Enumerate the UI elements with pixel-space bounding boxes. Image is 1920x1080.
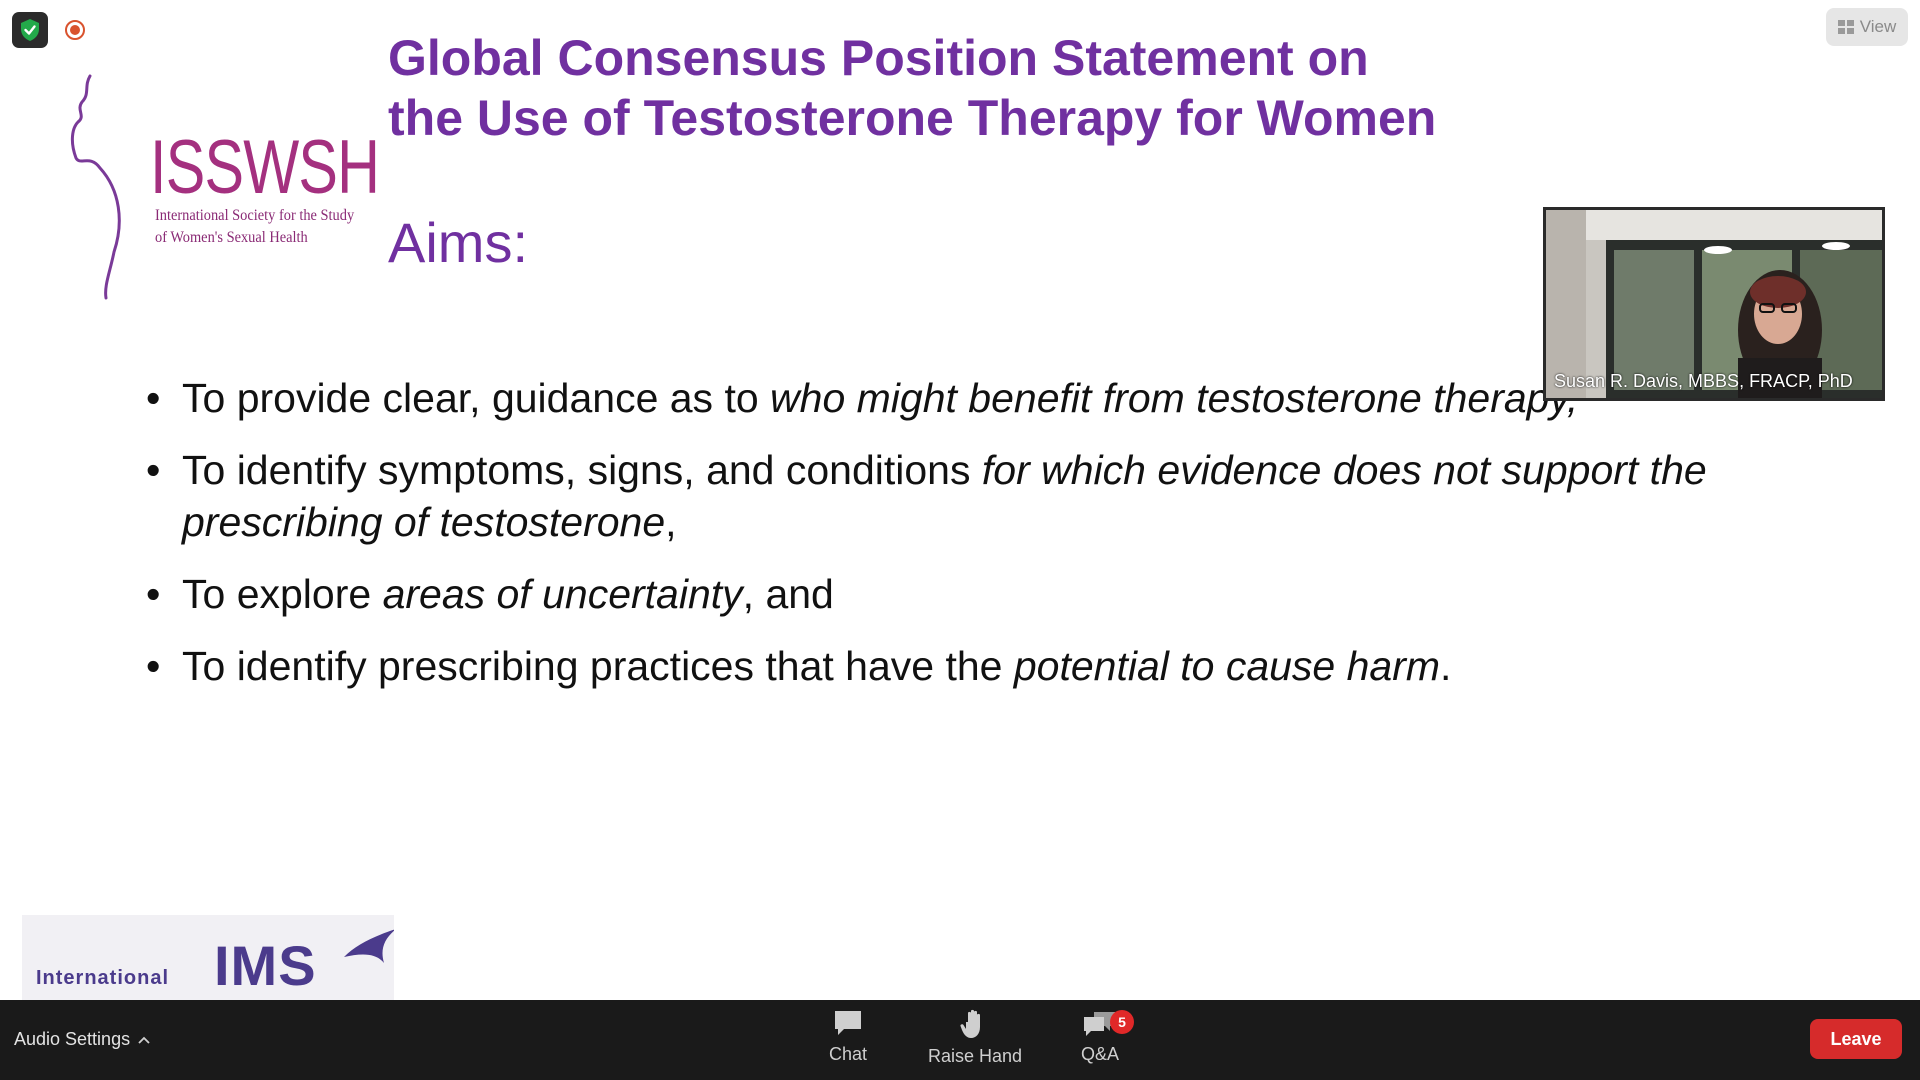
grid-view-icon <box>1837 20 1854 34</box>
top-status-icons <box>12 12 88 48</box>
bullet-dot: • <box>146 643 161 689</box>
leave-button[interactable]: Leave <box>1810 1019 1902 1059</box>
chat-bubble-icon <box>835 1011 861 1035</box>
qa-button[interactable]: 5 Q&A <box>1045 1008 1155 1074</box>
view-button-label: View <box>1859 17 1897 36</box>
ims-logo: International IMS <box>22 915 394 1000</box>
bullet-text: To identify prescribing practices that h… <box>182 643 1014 689</box>
ims-intl-text: International <box>36 967 170 989</box>
isswsh-subtitle-line1: International Society for the Study <box>155 207 355 224</box>
bullet-italic-text: potential to cause harm <box>1013 643 1441 689</box>
bullet-dot: • <box>146 571 161 617</box>
chevron-up-icon <box>138 1036 150 1044</box>
chat-button[interactable]: Chat <box>793 1008 903 1074</box>
ims-wordmark: IMS <box>214 934 317 997</box>
bullet-item: • To identify symptoms, signs, and condi… <box>146 444 1766 548</box>
bullet-dot: • <box>146 447 161 493</box>
audio-settings-label: Audio Settings <box>14 1029 131 1049</box>
isswsh-logo: ISSWSH International Society for the Stu… <box>70 72 380 302</box>
female-silhouette-logo-mark <box>70 74 121 300</box>
participant-name-label: Susan R. Davis, MBBS, FRACP, PhD <box>1554 371 1853 391</box>
raise-hand-label: Raise Hand <box>927 1046 1023 1066</box>
meeting-toolbar: Audio Settings Chat Raise Hand 5 Q&A Lea… <box>0 1000 1920 1080</box>
chat-label: Chat <box>828 1044 868 1064</box>
bullet-text: To identify symptoms, signs, and conditi… <box>182 447 982 493</box>
shield-check-icon <box>21 19 39 41</box>
slide-title: Global Consensus Position Statement on t… <box>388 28 1588 148</box>
bullet-dot: • <box>146 375 161 421</box>
raise-hand-icon <box>960 1009 980 1038</box>
qa-label: Q&A <box>1080 1044 1119 1064</box>
isswsh-subtitle: International Society for the Study of W… <box>155 205 371 249</box>
qa-count-badge: 5 <box>1110 1010 1134 1034</box>
participant-video-thumbnail[interactable]: Susan R. Davis, MBBS, FRACP, PhD <box>1543 207 1885 401</box>
bird-logo-icon <box>344 929 394 963</box>
bullet-text: To explore <box>182 571 383 617</box>
isswsh-subtitle-line2: of Women's Sexual Health <box>155 229 308 246</box>
bullet-text-tail: , <box>665 499 677 545</box>
shared-slide: View ISSWSH International Society for th… <box>0 0 1920 1000</box>
aims-bullet-list: • To provide clear, guidance as to who m… <box>146 372 1766 712</box>
view-button[interactable]: View <box>1826 8 1908 46</box>
recording-indicator-icon[interactable] <box>62 17 88 43</box>
raise-hand-button[interactable]: Raise Hand <box>920 1008 1030 1074</box>
bullet-text-tail: , and <box>742 571 834 617</box>
slide-title-line1: Global Consensus Position Statement on <box>388 30 1369 86</box>
bullet-text-tail: . <box>1440 643 1452 689</box>
isswsh-wordmark: ISSWSH <box>150 125 380 210</box>
bullet-item: • To provide clear, guidance as to who m… <box>146 372 1766 424</box>
slide-title-line2: the Use of Testosterone Therapy for Wome… <box>388 90 1437 146</box>
aims-heading: Aims: <box>388 211 528 274</box>
bullet-item: • To explore areas of uncertainty, and <box>146 568 1766 620</box>
bullet-italic-text: who might benefit from testosterone ther… <box>770 375 1579 421</box>
security-shield-button[interactable] <box>12 12 48 48</box>
bullet-italic-text: areas of uncertainty <box>382 571 743 617</box>
audio-settings-button[interactable]: Audio Settings <box>14 1029 150 1050</box>
bullet-item: • To identify prescribing practices that… <box>146 640 1766 692</box>
bullet-text: To provide clear, guidance as to <box>182 375 771 421</box>
